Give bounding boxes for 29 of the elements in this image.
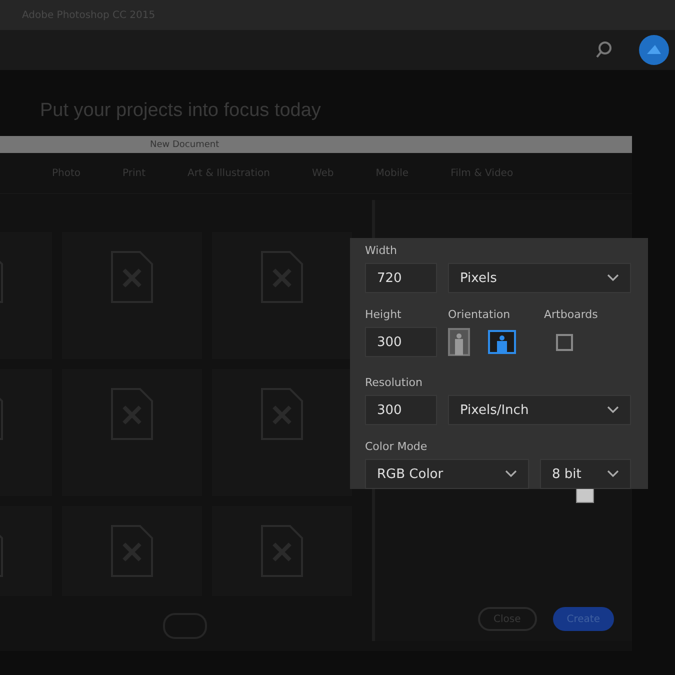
preset-card[interactable] (62, 369, 202, 496)
portrait-icon[interactable] (448, 328, 470, 356)
artboards-checkbox[interactable] (556, 334, 573, 350)
chevron-down-icon (607, 274, 619, 282)
color-mode-dropdown[interactable]: RGB Color (365, 459, 529, 489)
chevron-down-icon (607, 470, 619, 478)
preset-card[interactable] (62, 232, 202, 359)
unit-dropdown[interactable]: Pixels (448, 263, 631, 293)
resolution-field[interactable]: 300 (365, 395, 437, 425)
field-label: Width (365, 243, 398, 259)
dialog-title: New Document (150, 140, 220, 150)
preset-card[interactable] (212, 369, 352, 496)
avatar-icon[interactable] (639, 35, 669, 65)
chevron-down-icon (505, 470, 517, 478)
bit-depth-dropdown[interactable]: 8 bit (540, 459, 631, 489)
landscape-icon[interactable] (488, 330, 516, 354)
preset-card[interactable] (212, 232, 352, 359)
preset-card[interactable] (62, 506, 202, 596)
field-label: Resolution (365, 375, 424, 391)
search-icon[interactable] (595, 41, 613, 59)
chevron-down-icon (607, 406, 619, 414)
height-field[interactable]: 300 (365, 327, 437, 357)
field-label: Artboards (544, 307, 598, 323)
unit-dropdown[interactable]: Pixels/Inch (448, 395, 631, 425)
field-label: Color Mode (365, 439, 428, 455)
width-field[interactable]: 720 (365, 263, 437, 293)
field-label: Height (365, 307, 402, 323)
field-label: Orientation (448, 307, 512, 323)
preset-card[interactable] (212, 506, 352, 596)
